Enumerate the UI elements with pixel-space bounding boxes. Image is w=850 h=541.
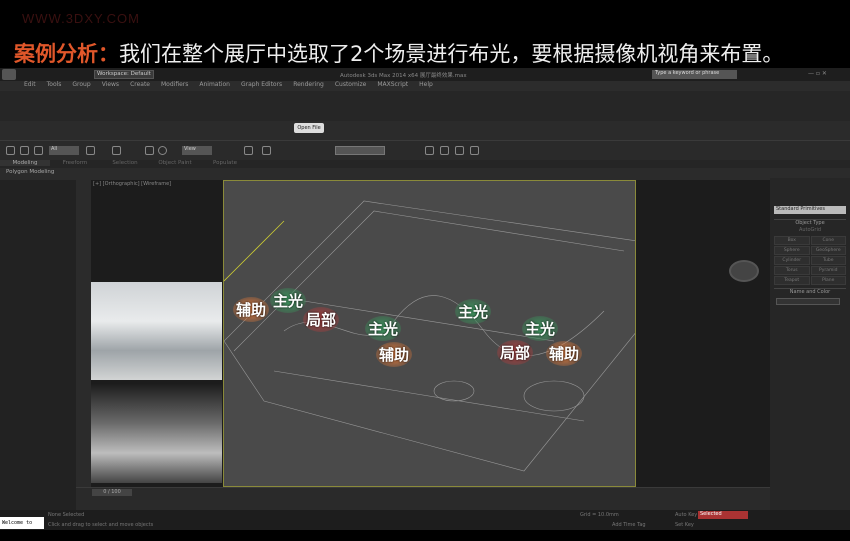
pyramid-button[interactable]: Pyramid (810, 266, 846, 275)
time-slider[interactable]: 0 / 100 (92, 489, 132, 496)
rectangle-select-icon[interactable] (112, 146, 121, 155)
tab-selection[interactable]: Selection (100, 160, 150, 166)
torus-button[interactable]: Torus (774, 266, 810, 275)
name-color-rollout[interactable]: Name and Color (774, 288, 846, 295)
headline-text: 我们在整个展厅中选取了2个场景进行布光，要根据摄像机视角来布置。 (119, 42, 784, 66)
window-controls[interactable]: — ▫ ✕ (808, 70, 846, 79)
object-type-buttons: Box Cone Sphere GeoSphere Cylinder Tube … (774, 236, 846, 285)
wireframe-scene (224, 200, 635, 472)
timeline[interactable] (76, 487, 770, 510)
active-viewport-wireframe[interactable] (223, 180, 636, 487)
autogrid-checkbox[interactable]: AutoGrid (774, 227, 846, 233)
open-file-tooltip: Open File (294, 123, 324, 133)
label-main-2: 主光 (365, 316, 402, 341)
menu-graph-editors[interactable]: Graph Editors (241, 81, 282, 88)
move-icon[interactable] (145, 146, 154, 155)
scene-explorer-panel[interactable] (0, 180, 76, 510)
unlink-icon[interactable] (20, 146, 29, 155)
auto-key-button[interactable]: Auto Key (675, 512, 697, 518)
watermark: WWW.3DXY.COM (22, 11, 140, 26)
ribbon-tabs: Modeling Freeform Selection Object Paint Pop… (0, 160, 850, 168)
menu-tools[interactable]: Tools (47, 81, 62, 88)
search-input[interactable]: Type a keyword or phrase (652, 70, 737, 79)
tab-populate[interactable]: Populate (200, 160, 250, 166)
select-object-icon[interactable] (86, 146, 95, 155)
set-key-button[interactable]: Set Key (675, 522, 694, 528)
max-logo-icon[interactable] (2, 69, 16, 80)
maxscript-listener[interactable]: Welcome to MAX (0, 517, 44, 538)
snap-icon[interactable] (244, 146, 253, 155)
render-photo-scene-1 (91, 282, 222, 380)
grid-status: Grid = 10.0mm (580, 512, 619, 518)
label-local-1: 局部 (303, 307, 340, 332)
object-type-rollout[interactable]: Object Type (774, 219, 846, 226)
render-frame-icon[interactable] (455, 146, 464, 155)
label-aux-2: 辅助 (376, 342, 413, 367)
named-selection-dropdown[interactable] (335, 146, 385, 155)
menu-group[interactable]: Group (72, 81, 90, 88)
material-editor-icon[interactable] (425, 146, 434, 155)
cylinder-button[interactable]: Cylinder (774, 256, 810, 265)
add-time-tag[interactable]: Add Time Tag (612, 522, 646, 528)
headline-lead: 案例分析： (14, 42, 119, 66)
menu-views[interactable]: Views (102, 81, 119, 88)
render-photo-scene-2 (91, 383, 222, 483)
tab-modeling[interactable]: Modeling (0, 160, 50, 166)
tab-object-paint[interactable]: Object Paint (150, 160, 200, 166)
main-toolbar: All View (0, 140, 850, 160)
rotate-icon[interactable] (158, 146, 167, 155)
plane-button[interactable]: Plane (810, 276, 846, 285)
angle-snap-icon[interactable] (262, 146, 271, 155)
key-filter-dropdown[interactable]: Selected (698, 511, 748, 519)
bind-icon[interactable] (34, 146, 43, 155)
selection-status: None Selected (48, 512, 85, 518)
label-aux-1: 辅助 (233, 297, 270, 322)
tab-freeform[interactable]: Freeform (50, 160, 100, 166)
tube-button[interactable]: Tube (810, 256, 846, 265)
polygon-modeling-label[interactable]: Polygon Modeling (6, 169, 54, 175)
menu-help[interactable]: Help (419, 81, 433, 88)
menu-edit[interactable]: Edit (24, 81, 36, 88)
label-main-4: 主光 (522, 316, 559, 341)
menu-maxscript[interactable]: MAXScript (377, 81, 408, 88)
primitive-type-dropdown[interactable]: Standard Primitives (774, 206, 846, 214)
label-aux-3: 辅助 (546, 341, 583, 366)
menu-modifiers[interactable]: Modifiers (161, 81, 188, 88)
headline: 案例分析：我们在整个展厅中选取了2个场景进行布光，要根据摄像机视角来布置。 (14, 38, 783, 68)
title-bar: Workspace: Default Autodesk 3ds Max 2014… (0, 68, 850, 81)
3ds-max-window: Workspace: Default Autodesk 3ds Max 2014… (0, 68, 850, 538)
teapot-button[interactable]: Teapot (774, 276, 810, 285)
plugin-toolbar[interactable] (0, 91, 850, 121)
object-name-input[interactable] (776, 298, 840, 305)
viewport-label[interactable]: [+] [Orthographic] [Wireframe] (93, 181, 171, 187)
menu-create[interactable]: Create (130, 81, 150, 88)
selection-filter-dropdown[interactable]: All (49, 146, 79, 155)
workspace-dropdown[interactable]: Workspace: Default (94, 70, 154, 79)
viewport-right[interactable] (636, 180, 770, 487)
window-title: Autodesk 3ds Max 2014 x64 展厅最终效果.max (340, 73, 467, 79)
render-setup-icon[interactable] (440, 146, 449, 155)
menu-customize[interactable]: Customize (335, 81, 367, 88)
menu-bar: Edit Tools Group Views Create Modifiers Animat… (0, 81, 850, 91)
label-main-3: 主光 (455, 299, 492, 324)
geosphere-button[interactable]: GeoSphere (810, 246, 846, 255)
viewcube-icon[interactable] (729, 260, 759, 282)
render-icon[interactable] (470, 146, 479, 155)
label-local-2: 局部 (497, 340, 534, 365)
menu-rendering[interactable]: Rendering (293, 81, 324, 88)
prompt-text: Click and drag to select and move object… (48, 522, 154, 528)
cone-button[interactable]: Cone (810, 236, 846, 245)
link-icon[interactable] (6, 146, 15, 155)
reference-coord-dropdown[interactable]: View (182, 146, 212, 155)
sphere-button[interactable]: Sphere (774, 246, 810, 255)
menu-animation[interactable]: Animation (199, 81, 230, 88)
box-button[interactable]: Box (774, 236, 810, 245)
label-main-1: 主光 (270, 288, 307, 313)
